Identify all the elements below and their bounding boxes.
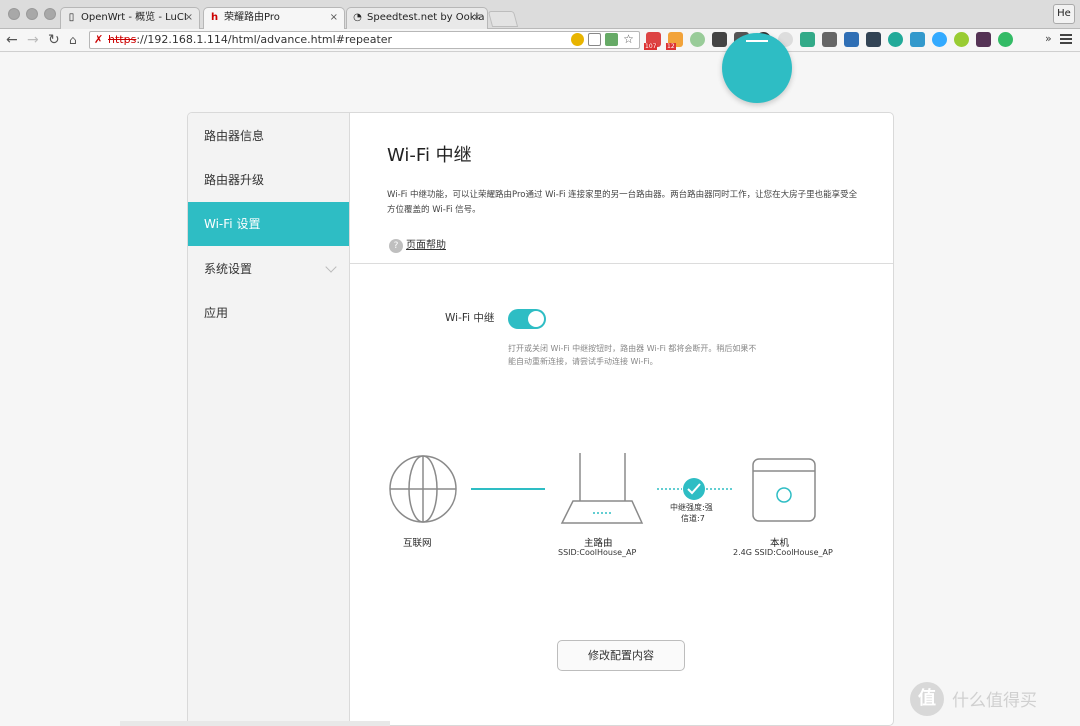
page-description: Wi-Fi 中继功能，可以让荣耀路由Pro通过 Wi-Fi 连接家里的另一台路由… bbox=[387, 190, 858, 215]
internet-globe-icon bbox=[389, 455, 457, 523]
this-device-router-icon bbox=[752, 458, 816, 522]
sidebar-item-apps[interactable]: 应用 bbox=[188, 291, 349, 335]
wifi-repeater-toggle[interactable] bbox=[508, 309, 546, 329]
tab-title: OpenWrt - 概览 - LuCI bbox=[81, 12, 187, 23]
translate-icon[interactable] bbox=[910, 32, 925, 47]
browser-toolbar: ← → ↻ ⌂ ✗ https://192.168.1.114/html/adv… bbox=[0, 29, 1080, 52]
main-router-icon bbox=[560, 453, 644, 524]
speedtest-gauge-icon: ◔ bbox=[353, 12, 362, 23]
menu-icon bbox=[746, 40, 768, 42]
tab-close-icon[interactable]: × bbox=[473, 8, 481, 28]
green-dot-icon[interactable] bbox=[690, 32, 705, 47]
arrow-icon[interactable] bbox=[605, 33, 618, 46]
leaf-icon[interactable] bbox=[998, 32, 1013, 47]
sidebar-item-wifi-settings[interactable]: Wi-Fi 设置 bbox=[188, 202, 349, 246]
page-icon: ▯ bbox=[68, 12, 75, 23]
repeater-topology-diagram bbox=[389, 453, 816, 524]
router-admin-page: 路由器信息 路由器升级 Wi-Fi 设置 系统设置 应用 Wi-Fi 中继 Wi… bbox=[0, 33, 1080, 726]
internet-label: 互联网 bbox=[403, 538, 432, 549]
browser-tab-speedtest[interactable]: ◔ Speedtest.net by Ookla - T × bbox=[346, 7, 488, 29]
home-icon[interactable]: ⌂ bbox=[69, 31, 77, 49]
smile-icon[interactable] bbox=[954, 32, 969, 47]
relay-ok-check-icon bbox=[683, 478, 705, 500]
address-bar[interactable]: ✗ https://192.168.1.114/html/advance.htm… bbox=[89, 31, 640, 49]
this-device-ssid: 2.4G SSID:CoolHouse_AP bbox=[733, 548, 833, 557]
sidebar-item-router-info[interactable]: 路由器信息 bbox=[188, 114, 349, 158]
tag-icon[interactable] bbox=[976, 32, 991, 47]
profile-button[interactable]: He bbox=[1053, 4, 1075, 24]
tab-close-icon[interactable]: × bbox=[330, 8, 338, 28]
sidebar-item-label: Wi-Fi 设置 bbox=[204, 217, 261, 231]
watermark-logo-icon: 值 bbox=[910, 682, 944, 716]
forward-arrow-icon[interactable]: → bbox=[27, 31, 39, 49]
ring-icon[interactable] bbox=[932, 32, 947, 47]
screen-icon[interactable] bbox=[866, 32, 881, 47]
edit-config-button[interactable]: 修改配置内容 bbox=[557, 640, 685, 671]
browser-tab-honor-router[interactable]: h 荣耀路由Pro × bbox=[203, 7, 345, 30]
url-text: ://192.168.1.114/html/advance.html#repea… bbox=[136, 33, 393, 46]
chevron-down-icon bbox=[325, 261, 337, 273]
reload-icon[interactable]: ↻ bbox=[48, 31, 60, 49]
bookmark-star-icon[interactable]: ☆ bbox=[622, 33, 635, 46]
tab-title: Speedtest.net by Ookla - T bbox=[367, 12, 488, 23]
section-divider bbox=[350, 263, 893, 264]
omnibox-actions: ☆ bbox=[571, 33, 635, 46]
sidebar-item-router-upgrade[interactable]: 路由器升级 bbox=[188, 158, 349, 202]
window-zoom-button[interactable] bbox=[44, 8, 56, 20]
wifi-repeater-toggle-label: Wi-Fi 中继 bbox=[445, 312, 495, 324]
calendar-icon[interactable]: 12 bbox=[666, 32, 683, 50]
hand-icon[interactable] bbox=[822, 32, 837, 47]
browser-tab-openwrt[interactable]: ▯ OpenWrt - 概览 - LuCI × bbox=[60, 7, 200, 29]
sidebar-item-label: 应用 bbox=[204, 306, 229, 320]
new-tab-button[interactable] bbox=[487, 11, 519, 27]
page-title: Wi-Fi 中继 bbox=[387, 145, 472, 166]
watermark-text: 什么值得买 bbox=[952, 691, 1037, 711]
page-footer-strip bbox=[120, 721, 390, 726]
settings-card: 路由器信息 路由器升级 Wi-Fi 设置 系统设置 应用 Wi-Fi 中继 Wi… bbox=[187, 112, 894, 726]
extension-bar: 107 12 bbox=[644, 32, 1013, 50]
honor-h-icon: h bbox=[210, 12, 219, 23]
window-minimize-button[interactable] bbox=[26, 8, 38, 20]
toggle-knob bbox=[528, 311, 544, 327]
toggle-hint: 打开或关闭 Wi-Fi 中继按钮时，路由器 Wi-Fi 都将会断开。稍后如果不能… bbox=[508, 344, 757, 366]
browser-menu-icon[interactable] bbox=[1060, 34, 1072, 44]
sidebar-item-label: 路由器升级 bbox=[204, 173, 265, 187]
help-question-icon: ? bbox=[389, 239, 403, 253]
relay-channel: 信道:7 bbox=[681, 514, 705, 523]
insecure-lock-icon: ✗ bbox=[94, 33, 104, 46]
copy-icon[interactable] bbox=[588, 33, 601, 46]
tab-close-icon[interactable]: × bbox=[185, 8, 193, 28]
sidebar-item-label: 系统设置 bbox=[204, 262, 253, 276]
help-label: 页面帮助 bbox=[406, 240, 446, 251]
back-arrow-icon[interactable]: ← bbox=[6, 31, 18, 49]
arrow-square-icon[interactable] bbox=[844, 32, 859, 47]
sidebar: 路由器信息 路由器升级 Wi-Fi 设置 系统设置 应用 bbox=[188, 113, 350, 725]
browser-tab-bar: ▯ OpenWrt - 概览 - LuCI × h 荣耀路由Pro × ◔ Sp… bbox=[0, 0, 1080, 30]
main-router-label: 主路由 bbox=[584, 538, 613, 549]
sidebar-item-system-settings[interactable]: 系统设置 bbox=[188, 247, 349, 291]
main-menu-button[interactable] bbox=[722, 33, 792, 103]
tab-title: 荣耀路由Pro bbox=[224, 12, 280, 23]
main-router-ssid: SSID:CoolHouse_AP bbox=[558, 548, 637, 557]
main-panel: Wi-Fi 中继 Wi-Fi 中继功能，可以让荣耀路由Pro通过 Wi-Fi 连… bbox=[350, 113, 893, 725]
drive-icon[interactable] bbox=[800, 32, 815, 47]
window-close-button[interactable] bbox=[8, 8, 20, 20]
relay-strength: 中继强度:强 bbox=[670, 503, 713, 512]
url-scheme: https bbox=[108, 33, 137, 46]
this-device-label: 本机 bbox=[770, 538, 790, 549]
pocket-icon[interactable] bbox=[712, 32, 727, 47]
more-extensions-icon[interactable]: » bbox=[1045, 32, 1052, 45]
sidebar-item-label: 路由器信息 bbox=[204, 129, 265, 143]
extension-face-icon[interactable] bbox=[571, 33, 584, 46]
gmail-icon[interactable]: 107 bbox=[644, 32, 661, 50]
page-help-link[interactable]: ? 页面帮助 bbox=[389, 239, 446, 253]
globe-icon[interactable] bbox=[888, 32, 903, 47]
